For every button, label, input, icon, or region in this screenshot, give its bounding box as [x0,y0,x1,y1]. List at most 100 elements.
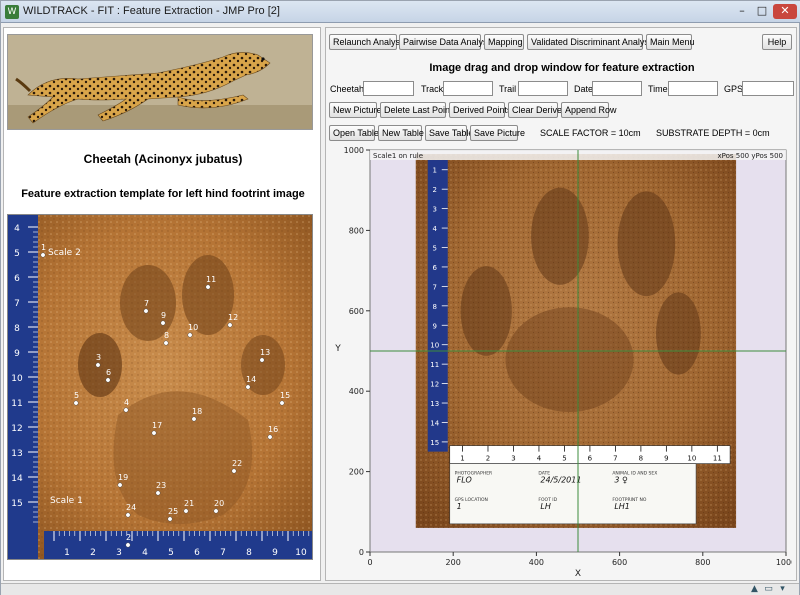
ruler-vertical-tick-label: 6 [14,274,20,284]
photo-ruler-vertical-label: 8 [433,303,437,311]
x-axis-tick-label: 800 [695,558,710,567]
ruler-vertical-tick-label: 10 [11,374,23,384]
card-gps-value: 1 [457,502,462,511]
ruler-horizontal-tick-label: 8 [246,548,252,558]
relaunch-analysis-button[interactable]: Relaunch Analysis [329,34,407,50]
date-label: Date [574,84,594,94]
template-point [231,468,237,474]
x-axis-tick-label: 0 [367,558,372,567]
y-axis-tick-label: 800 [349,226,364,235]
template-point [73,400,79,406]
photo-ruler-horizontal-label: 3 [511,455,515,463]
template-point [160,320,166,326]
template-point-label: 19 [118,473,128,482]
track-label: Track [421,84,444,94]
ruler-horizontal-tick-label: 1 [64,548,70,558]
template-point-label: 7 [144,299,149,308]
photo-ruler-vertical-label: 2 [433,186,437,194]
scale-factor-text: SCALE FACTOR = 10cm [540,128,641,138]
photo-ruler-horizontal-label: 10 [687,455,696,463]
y-axis-tick-label: 600 [349,307,364,316]
x-axis-label: X [575,569,581,579]
delete-last-point-button[interactable]: Delete Last Point [380,102,453,118]
new-picture-button[interactable]: New Picture [329,102,382,118]
template-point-label: 8 [164,331,169,340]
template-point [227,322,233,328]
x-axis-tick-label: 600 [612,558,627,567]
species-title: Cheetah (Acinonyx jubatus) [83,152,243,166]
template-point [191,416,197,422]
help-button[interactable]: Help [762,34,792,50]
ruler-vertical-tick-label: 12 [11,424,22,434]
photo-ruler-vertical-label: 6 [433,264,438,272]
template-point-label: 18 [192,407,202,416]
photo-ruler-vertical-label: 14 [430,419,439,427]
pairwise-data-analysis-button[interactable]: Pairwise Data Analysis [399,34,494,50]
mapping-button[interactable]: Mapping [484,34,524,50]
validated-discriminant-analysis-button[interactable]: Validated Discriminant Analysis [527,34,655,50]
gps-label: GPS [724,84,744,94]
clear-derived-button[interactable]: Clear Derived [508,102,567,118]
ruler-horizontal-tick-label: 10 [295,548,307,558]
template-point-label: 2 [126,533,131,542]
template-point-label: 25 [168,507,178,516]
time-label: Time [648,84,668,94]
template-point-label: 11 [206,275,216,284]
cheetah-input[interactable] [363,81,414,96]
close-button[interactable]: ✕ [773,4,797,19]
x-axis-tick-label: 1000 [776,558,792,567]
ruler-vertical-tick-label: 5 [14,249,20,259]
dropped-footprint-photo: 123456789101112131415 1 2 3 4 5 6 7 8 9 10 11 PHOT… [415,154,737,528]
template-point-label: 9 [161,311,166,320]
window-title: WILDTRACK - FIT : Feature Extraction - J… [23,5,280,17]
ruler-vertical-tick-label: 11 [11,399,22,409]
substrate-depth-text: SUBSTRATE DEPTH = 0cm [656,128,770,138]
template-point-label: 17 [152,421,162,430]
footprint-template-image: 4 5 6 7 8 9 10 11 12 13 14 15 1 2 3 4 5 6 7 8 9 10 123456789… [7,214,313,560]
ruler-vertical-tick-label: 8 [14,324,20,334]
save-table-button[interactable]: Save Table [425,125,473,141]
template-point [205,284,211,290]
template-point [167,516,173,522]
y-axis-tick-label: 1000 [344,146,364,155]
append-row-button[interactable]: Append Row [561,102,617,118]
minimize-button[interactable]: – [733,4,751,19]
dropdown-icon[interactable]: ▾ [777,584,788,595]
template-point-label: 16 [268,425,278,434]
trail-input[interactable] [518,81,568,96]
template-point [123,407,129,413]
cheetah-photo [7,34,313,130]
ruler-horizontal-tick-label: 9 [272,548,278,558]
template-point [183,508,189,514]
open-table-button[interactable]: Open Table [329,125,379,141]
photo-ruler-horizontal-label: 4 [537,455,542,463]
photo-ruler-vertical-label: 15 [430,439,439,447]
template-point-label: 10 [188,323,198,332]
time-input[interactable] [668,81,718,96]
template-point [125,512,131,518]
x-axis-tick-label: 200 [446,558,461,567]
date-input[interactable] [592,81,642,96]
title-bar: W WILDTRACK - FIT : Feature Extraction -… [1,1,800,23]
gps-input[interactable] [742,81,794,96]
derived-points-button[interactable]: Derived Points [449,102,512,118]
main-menu-button[interactable]: Main Menu [646,34,695,50]
trail-label: Trail [499,84,517,94]
arrow-up-icon[interactable]: ▲ [749,584,760,595]
template-point-label: 14 [246,375,256,384]
template-point-label: 5 [74,391,79,400]
template-point [95,362,101,368]
photo-ruler-vertical-label: 9 [433,322,437,330]
image-drop-plot[interactable]: 1 2 3 4 5 6 7 8 9 10 11 12 13 14 15 1 2 3 4 5 6 7 8 9 10 11 PHOT… [330,144,792,580]
template-point [267,434,273,440]
maximize-button[interactable]: □ [753,4,771,19]
save-picture-button[interactable]: Save Picture [470,125,525,141]
ruler-horizontal-tick-label: 6 [194,548,200,558]
template-point [245,384,251,390]
template-title: Feature extraction template for left hin… [21,188,305,200]
track-input[interactable] [443,81,493,96]
ruler-horizontal-tick-label: 3 [116,548,122,558]
window-icon[interactable]: ▭ [763,584,774,595]
card-photographer-value: FLO [457,475,472,484]
new-table-button[interactable]: New Table [378,125,424,141]
